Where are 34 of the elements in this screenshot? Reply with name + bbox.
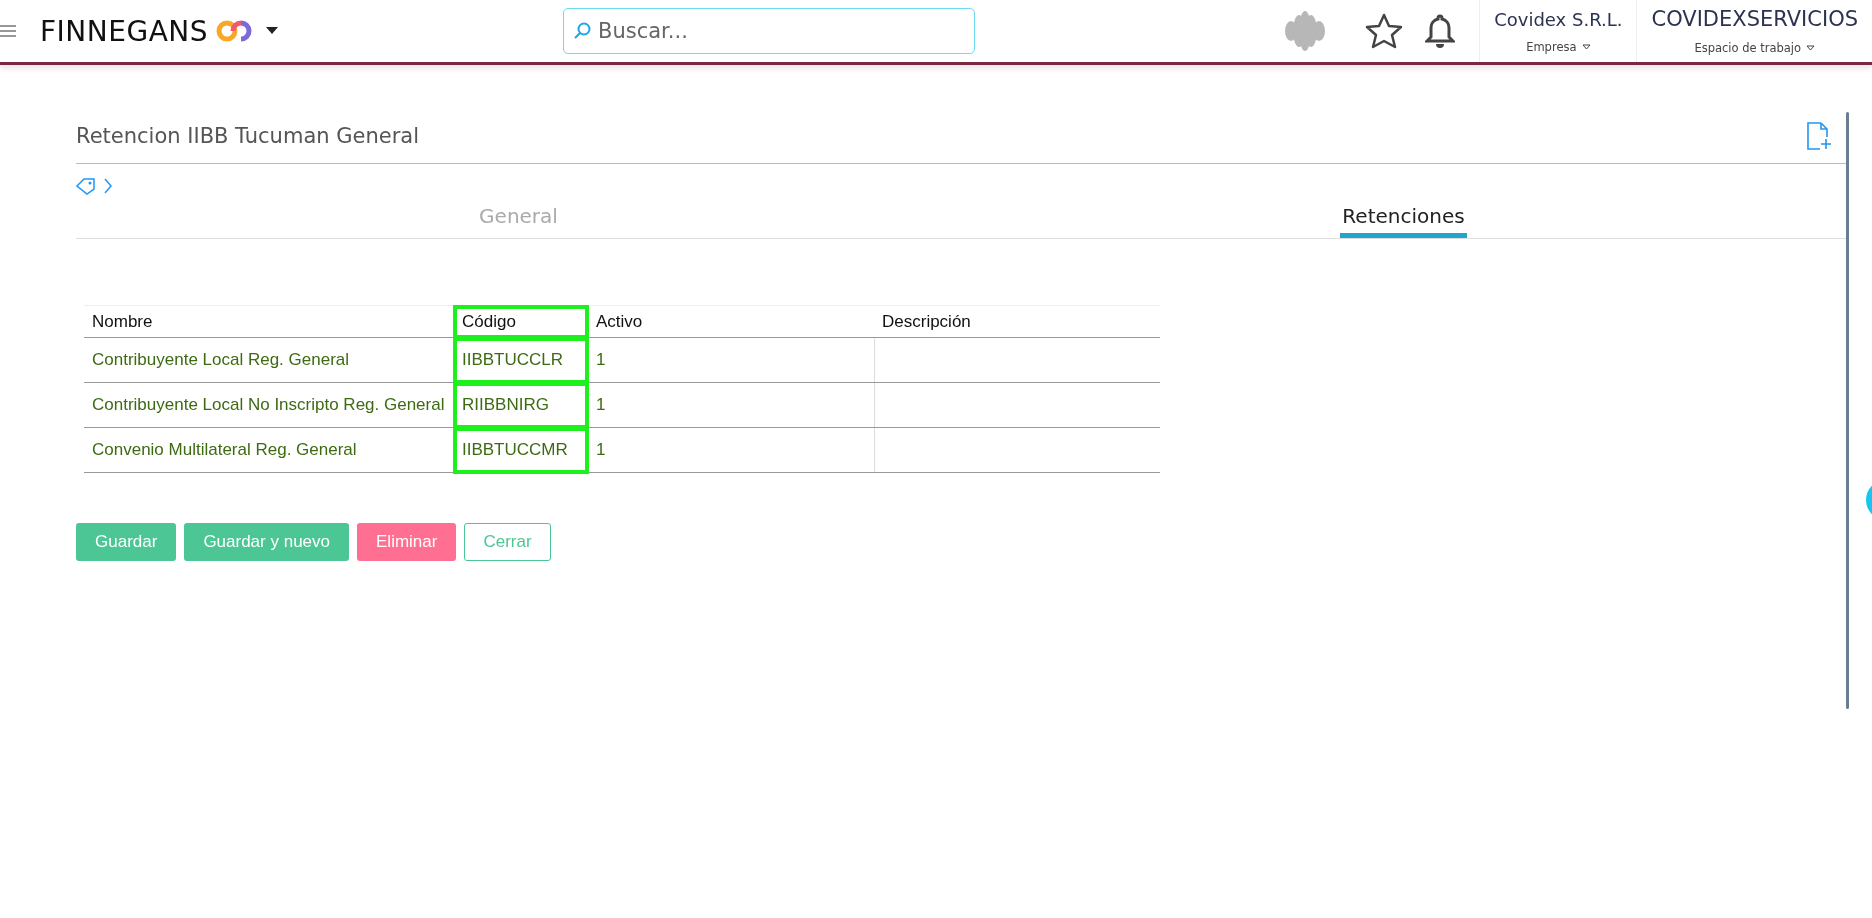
tab[interactable]: Retenciones	[1340, 204, 1467, 238]
table-cell: Contribuyente Local Reg. General	[84, 337, 454, 383]
page-title: Retencion IIBB Tucuman General	[76, 124, 419, 148]
chevron-right-icon[interactable]	[104, 178, 112, 194]
table-cell: 1	[588, 337, 874, 383]
caret-icon[interactable]	[1806, 45, 1816, 51]
table-cell: 1	[588, 427, 874, 473]
new-document-icon[interactable]	[1806, 122, 1832, 150]
company-label[interactable]: Empresa	[1526, 39, 1577, 54]
table-cell: RIIBBNIRG	[454, 382, 588, 428]
table-cell: IIBBTUCCLR	[454, 337, 588, 383]
caret-icon[interactable]	[266, 27, 278, 35]
column-header: Código	[454, 305, 588, 338]
waveform-icon	[1283, 10, 1328, 52]
workspace-label[interactable]: Espacio de trabajo	[1694, 41, 1802, 55]
scrollbar[interactable]	[1846, 112, 1849, 709]
search-icon	[573, 22, 591, 40]
bell-icon[interactable]	[1425, 13, 1456, 49]
table-cell: Convenio Multilateral Reg. General	[84, 427, 454, 473]
logo-text: FINNEGANS	[40, 14, 208, 48]
search-field[interactable]: Buscar...	[563, 8, 975, 54]
column-header: Activo	[588, 305, 874, 338]
table-cell: 1	[588, 382, 874, 428]
workspace-name[interactable]: COVIDEXSERVICIOS	[1651, 7, 1858, 31]
table-cell: IIBBTUCCMR	[454, 427, 588, 473]
company-name[interactable]: Covidex S.R.L.	[1494, 8, 1623, 30]
tag-icon[interactable]	[76, 177, 96, 195]
column-header: Nombre	[84, 305, 454, 338]
menu-icon[interactable]	[0, 24, 16, 38]
star-icon[interactable]	[1365, 13, 1404, 49]
table-cell: Contribuyente Local No Inscripto Reg. General	[84, 382, 454, 428]
column-header: Descripción	[874, 305, 1160, 338]
caret-icon[interactable]	[1581, 43, 1591, 50]
logo-icon	[216, 20, 252, 42]
